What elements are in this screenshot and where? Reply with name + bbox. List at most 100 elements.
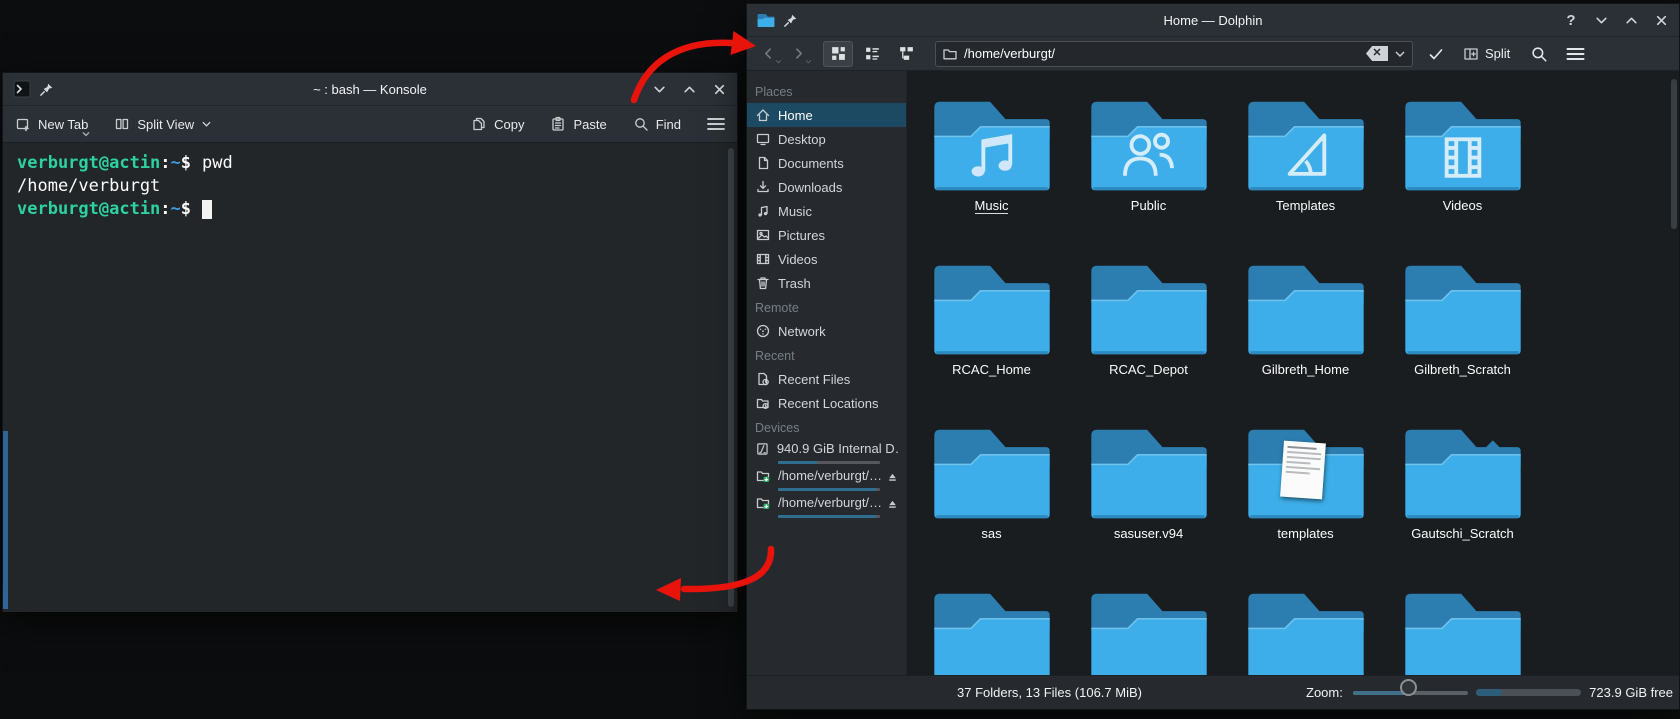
paste-button[interactable]: Paste (550, 116, 607, 132)
folder-item-gilbreth-scratch[interactable]: Gilbreth_Scratch (1388, 260, 1538, 382)
folder-view[interactable]: Music Public Templates Videos RCAC_Home … (907, 71, 1679, 675)
terminal-line-2: /home/verburgt (17, 176, 161, 196)
folder-item-partial[interactable] (1074, 588, 1224, 675)
view-scrollbar[interactable] (1671, 79, 1677, 229)
recent-files-icon (758, 372, 769, 386)
split-view-button[interactable]: Split View (114, 116, 212, 132)
dolphin-window-title: Home — Dolphin (1163, 12, 1263, 28)
folder-label: Gilbreth_Home (1261, 362, 1350, 377)
folder-icon (1247, 593, 1364, 675)
maximize-button[interactable] (1623, 12, 1639, 28)
folder-icon (1090, 265, 1207, 355)
sidebar-item-recent-files[interactable]: Recent Files (747, 367, 906, 391)
hamburger-menu-icon[interactable] (1566, 47, 1585, 61)
folder-item-rcac-depot[interactable]: RCAC_Depot (1074, 260, 1224, 382)
folder-item-gilbreth-home[interactable]: Gilbreth_Home (1231, 260, 1381, 382)
folder-icon-wrap (1244, 96, 1368, 196)
search-icon[interactable] (1530, 45, 1548, 63)
new-tab-button[interactable]: New Tab (15, 116, 90, 137)
folder-item-videos[interactable]: Videos (1388, 96, 1538, 218)
maximize-button[interactable] (681, 81, 697, 97)
terminal-area[interactable]: verburgt@actin:~$ pwd /home/verburgt verb… (3, 143, 737, 612)
folder-item-partial[interactable] (1388, 588, 1538, 675)
details-tree-view-button[interactable] (891, 41, 921, 67)
copy-button[interactable]: Copy (471, 116, 524, 132)
minimize-button[interactable] (651, 81, 667, 97)
folder-item-public[interactable]: Public (1074, 96, 1224, 218)
dolphin-app-icon (757, 13, 775, 28)
close-button[interactable] (711, 81, 727, 97)
split-button[interactable]: Split (1459, 46, 1514, 62)
konsole-toolbar: New Tab Split View Copy Paste Find (3, 106, 737, 143)
close-button[interactable] (1653, 12, 1669, 28)
folder-item-sasuser-v94[interactable]: sasuser.v94 (1074, 424, 1224, 546)
folder-label: sas (981, 526, 1002, 541)
find-button[interactable]: Find (633, 116, 681, 132)
folder-item-rcac-home[interactable]: RCAC_Home (917, 260, 1067, 382)
section-header-recent: Recent (755, 349, 795, 363)
folder-icon (1404, 593, 1521, 675)
sidebar-item-recent-locations[interactable]: Recent Locations (747, 391, 906, 415)
folder-icon-wrap (930, 588, 1054, 675)
clear-location-icon[interactable]: ✕ (1366, 46, 1388, 61)
dolphin-titlebar[interactable]: Home — Dolphin ? (747, 4, 1679, 37)
folder-mounted-icon (756, 471, 770, 482)
harddisk-icon (757, 443, 768, 455)
sidebar-item-documents[interactable]: Documents (747, 151, 906, 175)
new-tab-dropdown-icon[interactable] (82, 125, 90, 140)
folder-item-music[interactable]: Music (917, 96, 1067, 218)
minimize-button[interactable] (1593, 12, 1609, 28)
konsole-titlebar[interactable]: ~ : bash — Konsole (3, 73, 737, 106)
sidebar-item-label: Downloads (778, 179, 843, 195)
sidebar-item-label: Videos (778, 251, 818, 267)
back-button[interactable] (757, 43, 782, 65)
folder-item-partial[interactable] (1231, 588, 1381, 675)
location-path: /home/verburgt/ (964, 46, 1056, 61)
folder-icon (933, 101, 1050, 191)
folder-label: Videos (1442, 198, 1483, 213)
zoom-slider-knob[interactable] (1400, 679, 1417, 696)
folder-icon-wrap (1087, 424, 1211, 524)
folder-icon-wrap (1244, 260, 1368, 360)
eject-button[interactable] (886, 471, 899, 487)
konsole-window: ~ : bash — Konsole New Tab Split View Co… (2, 72, 738, 612)
icons-view-button[interactable] (823, 40, 853, 67)
dolphin-toolbar: /home/verburgt/ ✕ Split (747, 37, 1679, 71)
sidebar-item-home-verburgt[interactable]: /home/verburgt/… (747, 466, 906, 493)
folder-label: sasuser.v94 (1113, 526, 1184, 541)
downloads-icon (757, 180, 769, 193)
sidebar-item-trash[interactable]: Trash (747, 271, 906, 295)
split-view-label: Split View (137, 116, 195, 132)
sidebar-item-home[interactable]: Home (747, 103, 906, 127)
hamburger-menu-icon[interactable] (707, 117, 725, 131)
location-dropdown-icon[interactable] (1394, 50, 1406, 58)
terminal-scrollbar[interactable] (728, 148, 734, 607)
sidebar-item-label: /home/verburgt/… (778, 495, 883, 510)
sidebar-item-music[interactable]: Music (747, 199, 906, 223)
folder-icon-wrap (930, 96, 1054, 196)
folder-label: Public (1130, 198, 1167, 213)
folder-item-sas[interactable]: sas (917, 424, 1067, 546)
folder-item-partial[interactable] (917, 588, 1067, 675)
pin-icon[interactable] (39, 82, 54, 97)
sidebar-item-label: Trash (778, 275, 811, 291)
folder-icon-wrap (1401, 260, 1525, 360)
folder-item-gautschi-scratch[interactable]: Gautschi_Scratch (1388, 424, 1538, 546)
sidebar-item-pictures[interactable]: Pictures (747, 223, 906, 247)
help-button[interactable]: ? (1563, 12, 1579, 29)
pin-icon[interactable] (783, 13, 798, 28)
eject-button[interactable] (886, 498, 899, 514)
folder-item-templates[interactable]: templates (1231, 424, 1381, 546)
sidebar-item-940-9-gib-internal-d[interactable]: 940.9 GiB Internal D… (747, 439, 906, 466)
sidebar-item-network[interactable]: Network (747, 319, 906, 343)
folder-mounted-icon (756, 498, 770, 509)
sidebar-item-videos[interactable]: Videos (747, 247, 906, 271)
location-bar[interactable]: /home/verburgt/ ✕ (935, 40, 1413, 67)
compact-view-button[interactable] (857, 41, 887, 67)
forward-button[interactable] (787, 43, 812, 65)
sidebar-item-home-verburgt[interactable]: /home/verburgt/… (747, 493, 906, 520)
sidebar-item-desktop[interactable]: Desktop (747, 127, 906, 151)
accept-location-button[interactable] (1427, 46, 1445, 62)
folder-item-templates[interactable]: Templates (1231, 96, 1381, 218)
sidebar-item-downloads[interactable]: Downloads (747, 175, 906, 199)
